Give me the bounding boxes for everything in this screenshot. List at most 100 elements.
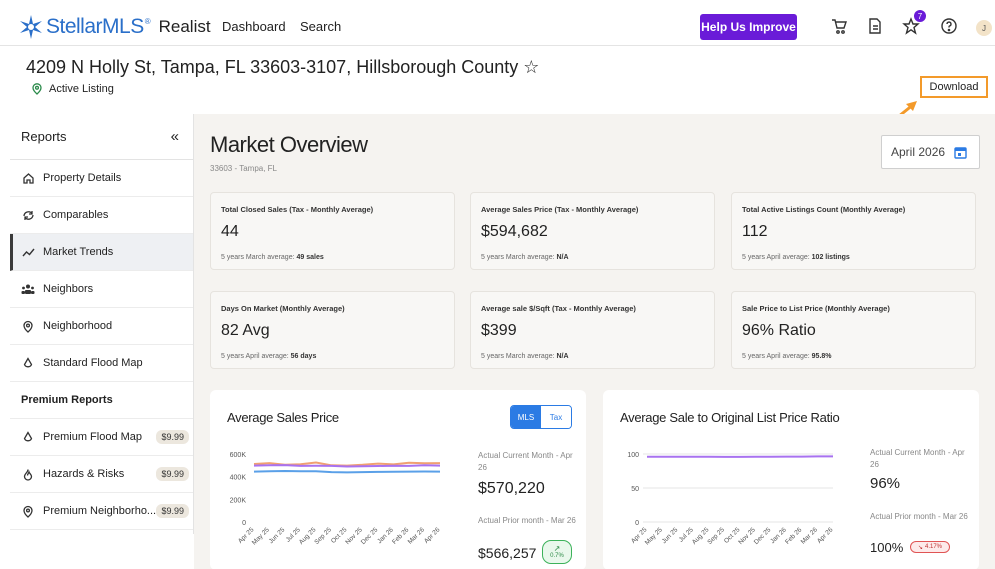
metric-footnote-value: 49 sales [296,254,324,261]
metric-footnote-value: N/A [556,353,569,360]
y-tick-label: 100 [627,452,639,459]
sidebar-item-comparables[interactable]: Comparables [10,197,193,234]
sidebar-item-premium-neighborhood[interactable]: Premium Neighborho... $9.99 [10,493,193,530]
sidebar-item-label: Market Trends [43,246,114,258]
sidebar-item-property-details[interactable]: Property Details [10,160,193,197]
metric-title: Average Sales Price (Tax - Monthly Avera… [481,205,639,214]
document-icon[interactable] [866,17,886,37]
people-icon [21,282,35,296]
download-button[interactable]: Download [920,76,988,98]
prior-month-label: Actual Prior month - Mar 26 [478,516,576,525]
trend-line-icon [21,245,35,259]
x-tick-label: Apr 26 [816,526,835,545]
collapse-sidebar-button[interactable]: « [171,128,179,145]
fire-icon [21,467,35,481]
metric-card-sale-per-sqft: Average sale $/Sqft (Tax - Monthly Avera… [470,291,715,369]
current-month-label: Actual Current Month - Apr 26 [478,451,573,472]
panel-title: Average Sale to Original List Price Rati… [620,410,840,425]
y-tick-label: 0 [635,520,639,527]
price-badge: $9.99 [156,467,189,481]
property-address: 4209 N Holly St, Tampa, FL 33603-3107, H… [26,57,540,77]
top-bar: StellarMLS ® Realist Dashboard Search He… [0,8,995,46]
metric-value: $594,682 [481,223,548,240]
brand-name: StellarMLS [46,15,144,38]
metric-footnote-label: 5 years April average: [221,353,289,360]
series-line [647,455,833,458]
help-circle-icon[interactable] [940,17,960,37]
toggle-tax[interactable]: Tax [541,406,571,428]
location-pin-icon [21,319,35,333]
metric-value: 96% Ratio [742,322,816,339]
sidebar-item-label: Neighborhood [43,320,113,332]
x-tick-label: Jun 25 [661,526,680,545]
y-tick-label: 600K [230,452,247,459]
sidebar-item-label: Property Details [43,172,122,184]
date-value: April 2026 [891,145,946,159]
metric-value: 112 [742,223,768,240]
metric-footnote-label: 5 years March average: [481,353,555,360]
nav-dashboard[interactable]: Dashboard [222,19,286,34]
sale-to-list-ratio-chart: 050100Apr 25May 25Jun 25Jul 25Aug 25Sep … [627,452,835,546]
y-tick-label: 200K [230,497,247,504]
y-tick-label: 50 [631,486,639,493]
water-drop-icon [21,356,35,370]
sidebar-item-label: Standard Flood Map [43,357,143,369]
price-badge: $9.99 [156,504,189,518]
y-tick-label: 0 [242,520,246,527]
registered-mark: ® [144,16,151,26]
x-tick-label: Mar 26 [800,526,820,546]
current-month-value: 96% [870,475,901,492]
cart-icon[interactable] [830,17,850,37]
metric-title: Total Active Listings Count (Monthly Ave… [742,205,906,214]
date-picker[interactable]: April 2026 [881,135,980,169]
prior-change-badge: ↘ 4.17% [910,541,950,553]
page-subtitle: 33603 - Tampa, FL [210,164,278,173]
sidebar-item-neighbors[interactable]: Neighbors [10,271,193,308]
prior-month-value: $566,257 [478,545,537,561]
x-tick-label: Dec 25 [753,526,773,546]
location-pin-icon [32,83,42,95]
metric-card-active-listings: Total Active Listings Count (Monthly Ave… [731,192,976,270]
sidebar-item-label: Neighbors [43,283,94,295]
metric-card-average-sales-price: Average Sales Price (Tax - Monthly Avera… [470,192,715,270]
price-badge: $9.99 [156,430,189,444]
trend-down-icon: ↘ [917,544,923,551]
trend-up-icon: ↗ [553,544,561,553]
avatar[interactable]: J [976,20,992,36]
metric-footnote: 5 years April average: 56 days [221,353,316,360]
metric-footnote-value: N/A [556,254,569,261]
prior-change-value: 4.17% [925,544,943,550]
sidebar-item-neighborhood[interactable]: Neighborhood [10,308,193,345]
metric-footnote-label: 5 years April average: [742,254,810,261]
sidebar-item-premium-flood-map[interactable]: Premium Flood Map $9.99 [10,419,193,456]
location-pin-icon [21,504,35,518]
metric-footnote-label: 5 years March average: [221,254,295,261]
x-tick-label: Jun 25 [268,526,287,545]
stellar-mls-logo[interactable]: StellarMLS ® Realist [18,14,211,40]
nav-search[interactable]: Search [300,19,341,34]
metric-title: Total Closed Sales (Tax - Monthly Averag… [221,205,374,214]
reports-sidebar: Reports « Property Details Comparables M… [10,114,194,534]
prior-month-value: 100% [870,540,904,555]
sidebar-item-label: Premium Neighborho... [43,505,157,517]
average-sales-price-panel: Average Sales Price MLS Tax 0 200K 400K 600… [210,390,586,569]
metric-card-days-on-market: Days On Market (Monthly Average) 82 Avg … [210,291,455,369]
x-tick-label: May 25 [251,526,271,546]
calendar-icon [954,146,967,159]
product-name: Realist [158,17,211,36]
metric-footnote: 5 years April average: 102 listings [742,254,850,261]
help-us-improve-button[interactable]: Help Us Improve [700,14,797,40]
data-source-toggle: MLS Tax [510,405,572,429]
sidebar-item-hazards-risks[interactable]: Hazards & Risks $9.99 [10,456,193,493]
toggle-mls[interactable]: MLS [511,406,541,428]
metric-footnote-value: 95.8% [811,353,832,360]
metric-title: Days On Market (Monthly Average) [221,304,345,313]
metric-title: Average sale $/Sqft (Tax - Monthly Avera… [481,304,636,313]
metric-footnote-label: 5 years March average: [481,254,555,261]
metric-card-sale-to-list-ratio: Sale Price to List Price (Monthly Averag… [731,291,976,369]
y-tick-label: 400K [230,475,247,482]
sidebar-item-standard-flood-map[interactable]: Standard Flood Map [10,345,193,382]
metric-footnote: 5 years March average: 49 sales [221,254,324,261]
sidebar-item-market-trends[interactable]: Market Trends [10,234,193,271]
prior-change-value: 0.7% [550,553,564,559]
